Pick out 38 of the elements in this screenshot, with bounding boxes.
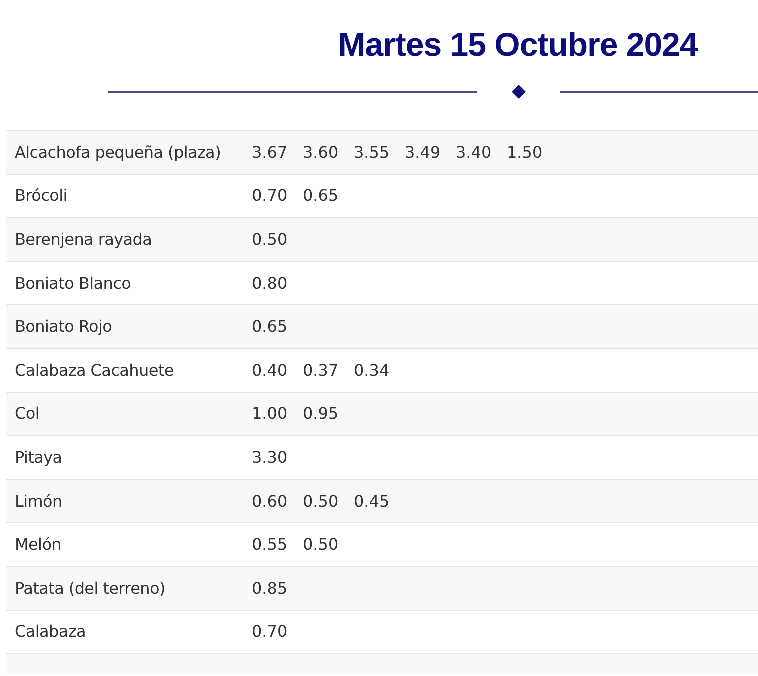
product-name: Boniato Rojo	[14, 317, 114, 336]
product-name: Melón	[14, 535, 63, 554]
price-cell-text: 0.50	[303, 535, 340, 554]
product-name: Pitaya	[14, 448, 64, 467]
price-cell-text: 0.70	[252, 622, 289, 642]
product-name: Col	[14, 404, 41, 424]
price-cell-text: 3.49	[405, 142, 442, 162]
price-cell-text: 0.55	[252, 535, 289, 554]
price-cell-text: 0.50	[252, 230, 289, 249]
price-cell-text: 1.50	[507, 142, 544, 162]
price-cell-text: 3.30	[252, 448, 289, 467]
price-cell-text: 0.60	[252, 492, 289, 511]
product-name: Patata (del terreno)	[14, 578, 166, 598]
product-name: Boniato Blanco	[14, 274, 132, 293]
price-cell-text: 0.70	[252, 186, 289, 206]
price-cell-text: 3.60	[303, 142, 340, 162]
price-cell-text: 0.45	[354, 492, 391, 511]
price-cell-text: 0.37	[303, 360, 340, 380]
price-cell-text: 0.34	[354, 360, 391, 380]
page-title: Martes 15 Octubre 2024	[337, 25, 699, 65]
product-name: Calabaza	[14, 622, 87, 642]
price-cell-text: 0.95	[303, 404, 340, 424]
price-cell-text: 0.50	[303, 492, 340, 511]
product-name: Brócoli	[14, 186, 68, 206]
price-cell-text: 0.80	[252, 274, 289, 293]
diamond-icon	[512, 85, 526, 99]
price-cell-text: 0.65	[252, 317, 289, 336]
price-cell-text: 3.55	[354, 142, 391, 162]
price-cell-text: 0.40	[252, 360, 289, 380]
product-name: Calabaza Cacahuete	[14, 360, 175, 380]
price-cell-text: 3.67	[252, 142, 289, 162]
price-cell-text: 3.40	[456, 142, 493, 162]
price-cell-text: 0.85	[252, 578, 289, 598]
product-name: Limón	[14, 492, 64, 511]
product-name: Berenjena rayada	[14, 230, 154, 249]
price-cell-text: 0.65	[303, 186, 340, 206]
price-cell-text: 1.00	[252, 404, 289, 424]
product-name: Alcachofa pequeña (plaza)	[14, 142, 222, 162]
